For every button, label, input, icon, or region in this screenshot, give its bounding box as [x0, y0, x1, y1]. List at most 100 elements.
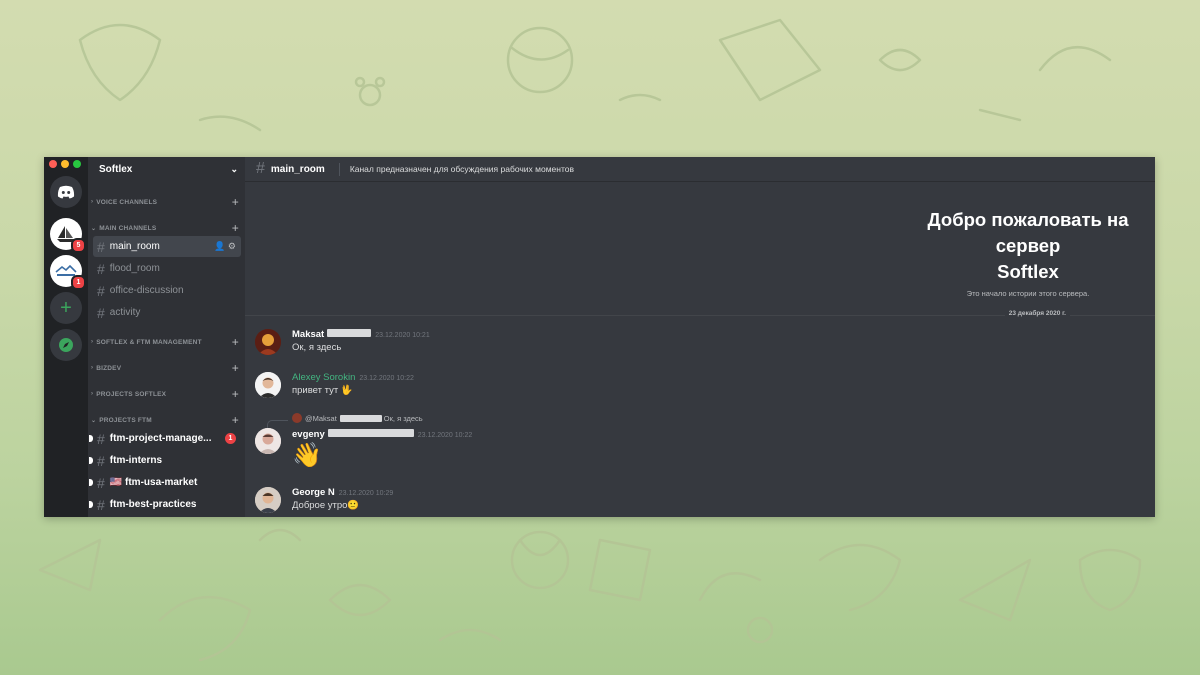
add-channel-icon[interactable]: +: [232, 221, 239, 235]
channel-ftm-interns[interactable]: # ftm-interns: [89, 450, 241, 471]
chevron-down-icon: ⌄: [230, 163, 238, 174]
avatar-image: [255, 487, 281, 513]
chevron-right-icon: ›: [91, 199, 94, 205]
chevron-right-icon: ›: [91, 391, 94, 397]
discord-home-button[interactable]: [50, 176, 82, 208]
discord-window: 5 1 + Softlex ⌄ › VOICE CHANNELS + ⌄ MAI…: [44, 157, 1155, 517]
message-text: Ок, я здесь: [292, 342, 342, 353]
avatar[interactable]: [255, 372, 281, 398]
server-rail: 5 1 +: [44, 157, 88, 517]
welcome-subtitle: Это начало истории этого сервера.: [966, 289, 1090, 298]
message-header: George N 23.12.2020 10:29: [292, 487, 393, 498]
minimize-window-button[interactable]: [61, 160, 69, 168]
maximize-window-button[interactable]: [73, 160, 81, 168]
category-label: PROJECTS FTM: [99, 416, 152, 424]
channel-topic: Канал предназначен для обсуждения рабочи…: [349, 164, 575, 174]
timestamp: 23.12.2020 10:22: [417, 432, 473, 439]
category-label: VOICE CHANNELS: [96, 198, 158, 206]
category-main-channels[interactable]: ⌄ MAIN CHANNELS +: [91, 221, 239, 235]
unread-indicator: [89, 457, 93, 464]
channel-sidebar: Softlex ⌄ › VOICE CHANNELS + ⌄ MAIN CHAN…: [88, 157, 245, 517]
chevron-down-icon: ⌄: [91, 225, 97, 232]
channel-label: ftm-interns: [109, 455, 163, 466]
timestamp: 23.12.2020 10:21: [375, 332, 430, 339]
add-channel-icon[interactable]: +: [232, 335, 239, 349]
channel-main-room[interactable]: # main_room 👤 ⚙: [93, 236, 241, 257]
hash-icon: #: [97, 260, 105, 277]
channel-ftm-best-practices[interactable]: # ftm-best-practices: [89, 494, 241, 515]
unread-indicator: [89, 435, 93, 442]
avatar[interactable]: [255, 329, 281, 355]
welcome-title-line: Добро пожаловать на: [927, 209, 1129, 230]
header-divider: [338, 162, 340, 176]
channel-flood-room[interactable]: # flood_room: [93, 258, 241, 279]
category-label: PROJECTS SOFTLEX: [96, 390, 167, 398]
unread-indicator: [89, 501, 93, 508]
mention-badge: 1: [225, 433, 236, 444]
add-channel-icon[interactable]: +: [232, 361, 239, 375]
server-icon-ship[interactable]: 5: [50, 218, 86, 253]
category-voice-channels[interactable]: › VOICE CHANNELS +: [91, 195, 239, 209]
avatar-image: [255, 428, 281, 454]
date-divider: 23 декабря 2020 г.: [245, 310, 1155, 317]
explore-servers-button[interactable]: [50, 329, 82, 361]
server-name: Softlex: [99, 163, 133, 175]
author-name[interactable]: Alexey Sorokin: [292, 372, 355, 383]
message-text: Доброе утро🙂: [292, 500, 360, 511]
message-emoji: 👋: [292, 442, 322, 469]
author-name[interactable]: George N: [292, 487, 335, 498]
hash-icon: #: [97, 282, 105, 299]
category-label: SOFTLEX & FTM MANAGEMENT: [96, 338, 202, 346]
category-label: MAIN CHANNELS: [99, 224, 157, 232]
reply-quoted-text: Ок, я здесь: [383, 413, 423, 423]
server-header[interactable]: Softlex ⌄: [88, 157, 245, 181]
hash-icon: #: [97, 496, 105, 513]
hash-icon: #: [97, 452, 105, 469]
chevron-down-icon: ⌄: [91, 417, 97, 424]
server-unread-badge: 1: [71, 275, 86, 290]
avatar[interactable]: [255, 428, 281, 454]
category-softlex-ftm-management[interactable]: › SOFTLEX & FTM MANAGEMENT +: [91, 335, 239, 349]
chat-area: # main_room Канал предназначен для обсуж…: [245, 157, 1155, 517]
add-server-button[interactable]: +: [50, 292, 82, 324]
hash-icon: #: [256, 160, 265, 177]
hash-icon: #: [97, 430, 105, 447]
date-divider-label: 23 декабря 2020 г.: [1004, 310, 1070, 317]
hash-icon: #: [97, 304, 105, 321]
channel-office-discussion[interactable]: # office-discussion: [93, 280, 241, 301]
reply-avatar: [292, 413, 302, 423]
add-channel-icon[interactable]: +: [232, 413, 239, 427]
compass-icon: [59, 338, 73, 352]
timestamp: 23.12.2020 10:22: [359, 375, 414, 382]
gear-icon[interactable]: ⚙: [228, 241, 236, 251]
discord-logo-icon: [57, 185, 75, 199]
welcome-title-line: сервер: [995, 235, 1061, 256]
channel-activity[interactable]: # activity: [93, 302, 241, 323]
close-window-button[interactable]: [49, 160, 57, 168]
avatar[interactable]: [255, 487, 281, 513]
plus-icon: +: [60, 297, 72, 319]
reply-preview[interactable]: @Maksat Ок, я здесь: [292, 413, 423, 423]
message-header: Maksat 23.12.2020 10:21: [292, 329, 430, 340]
author-name[interactable]: Maksat: [292, 329, 324, 340]
add-channel-icon[interactable]: +: [232, 387, 239, 401]
avatar-image: [255, 372, 281, 398]
channel-label: office-discussion: [109, 285, 184, 296]
channel-ftm-usa-market[interactable]: # 🇺🇸 ftm-usa-market: [89, 472, 241, 493]
channel-label: main_room: [109, 241, 160, 252]
server-unread-badge: 5: [71, 238, 86, 253]
category-label: BIZDEV: [96, 364, 122, 372]
server-icon-softlex[interactable]: 1: [50, 255, 86, 290]
add-channel-icon[interactable]: +: [232, 195, 239, 209]
category-bizdev[interactable]: › BIZDEV +: [91, 361, 239, 375]
category-projects-ftm[interactable]: ⌄ PROJECTS FTM +: [91, 413, 239, 427]
message-text: привет тут 🖖: [292, 385, 353, 396]
hash-icon: #: [97, 474, 105, 491]
author-name[interactable]: evgeny: [292, 429, 325, 440]
category-projects-softlex[interactable]: › PROJECTS SOFTLEX +: [91, 387, 239, 401]
welcome-banner: Добро пожаловать на сервер Softlex Это н…: [913, 207, 1143, 298]
channel-label: ftm-best-practices: [109, 499, 197, 510]
channel-ftm-project-management[interactable]: # ftm-project-manage... 1: [89, 428, 241, 449]
redacted-name: [339, 414, 382, 422]
invite-user-icon[interactable]: 👤: [214, 241, 225, 251]
